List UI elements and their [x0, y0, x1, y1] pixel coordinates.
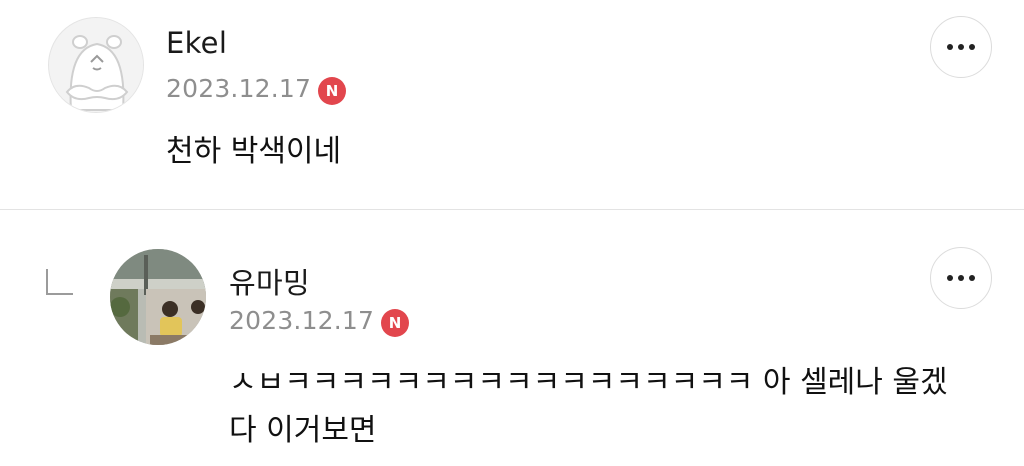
more-horizontal-icon [947, 44, 975, 50]
new-badge: N [381, 309, 409, 337]
reply-comment-item: 유마밍 2023.12.17 N ㅅㅂㅋㅋㅋㅋㅋㅋㅋㅋㅋㅋㅋㅋㅋㅋㅋㅋㅋ 아 셀… [0, 211, 1024, 466]
new-badge: N [318, 77, 346, 105]
comment-item: Ekel 2023.12.17 N 천하 박색이네 [0, 0, 1024, 210]
comment-author[interactable]: Ekel [166, 26, 227, 60]
comment-date: 2023.12.17 [229, 306, 375, 335]
more-options-button[interactable] [930, 16, 992, 78]
comment-author[interactable]: 유마밍 [229, 260, 310, 302]
more-options-button[interactable] [930, 247, 992, 309]
more-horizontal-icon [947, 275, 975, 281]
photo-avatar[interactable] [110, 249, 206, 345]
comment-text: ㅅㅂㅋㅋㅋㅋㅋㅋㅋㅋㅋㅋㅋㅋㅋㅋㅋㅋㅋ 아 셀레나 울겠다 이거보면 [229, 365, 948, 448]
hamster-avatar-icon[interactable] [48, 17, 144, 113]
comment-text: 천하 박색이네 [166, 134, 342, 169]
divider [0, 209, 1024, 210]
reply-arrow-icon [46, 269, 73, 295]
comment-date: 2023.12.17 [166, 74, 312, 103]
